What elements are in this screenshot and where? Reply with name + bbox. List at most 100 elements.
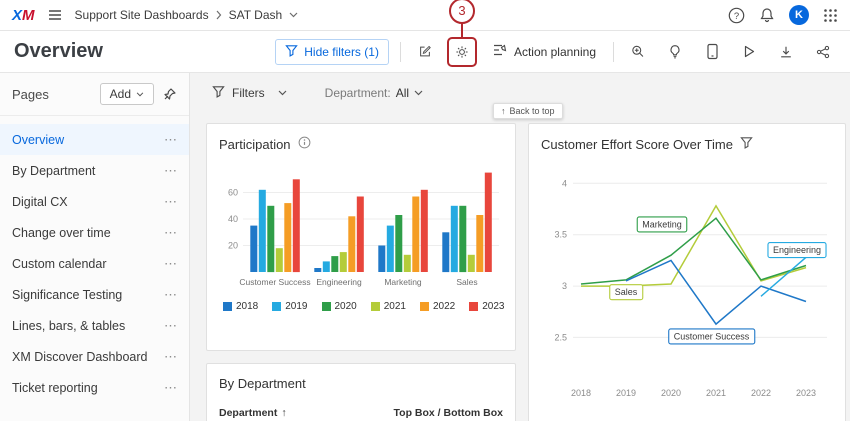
legend-item-2020[interactable]: 2020 [322,301,357,312]
item-options-icon[interactable]: ⋯ [164,287,177,303]
sidebar-item-digital-cx[interactable]: Digital CX⋯ [0,186,189,217]
item-options-icon[interactable]: ⋯ [164,163,177,179]
svg-text:4: 4 [562,178,567,188]
hamburger-menu-icon[interactable] [47,7,63,23]
svg-text:?: ? [734,11,739,22]
department-filter[interactable]: Department: All [319,85,429,101]
widget-filter-icon[interactable] [740,136,753,152]
topbar-actions: ? K [728,5,838,25]
filters-toggle-button[interactable]: Filters [206,84,293,102]
legend-label: 2023 [482,301,504,312]
item-options-icon[interactable]: ⋯ [164,194,177,210]
sidebar-item-significance-testing[interactable]: Significance Testing⋯ [0,279,189,310]
back-to-top-button[interactable]: ↑ Back to top [493,103,563,119]
sidebar-item-change-over-time[interactable]: Change over time ⋯ [0,217,189,248]
ces-chart: 2.533.54201820192020202120222023SalesMar… [541,158,833,410]
participation-chart: 204060Customer SuccessEngineeringMarketi… [219,160,503,290]
item-options-icon[interactable]: ⋯ [164,132,177,148]
svg-text:Sales: Sales [456,277,477,287]
chevron-down-icon[interactable] [289,12,298,18]
svg-text:20: 20 [228,241,238,251]
action-planning-button[interactable]: Action planning [486,41,602,62]
svg-text:2022: 2022 [751,388,771,398]
sidebar-item-label: Custom calendar [12,257,107,271]
filter-toggle-icon [285,44,298,60]
unpin-sidebar-icon[interactable] [162,87,177,102]
legend-item-2019[interactable]: 2019 [272,301,307,312]
item-options-icon[interactable]: ⋯ [164,256,177,272]
item-options-icon[interactable]: ⋯ [164,349,177,365]
svg-text:Engineering: Engineering [316,277,362,287]
sidebar-item-overview[interactable]: Overview ⋯ [0,124,189,155]
page-title: Overview [14,40,103,63]
sidebar-header: Pages Add [0,73,189,116]
pages-sidebar: Pages Add Overview⋯By Department⋯Digital… [0,73,190,421]
ces-over-time-widget: Customer Effort Score Over Time 2.533.54… [528,123,846,421]
share-icon[interactable] [810,39,836,65]
sidebar-pages-list: Overview⋯By Department⋯Digital CX⋯Change… [0,116,189,403]
play-presentation-icon[interactable] [736,39,762,65]
sidebar-item-label: XM Discover Dashboard [12,350,147,364]
download-export-icon[interactable] [773,39,799,65]
notifications-bell-icon[interactable] [759,7,775,23]
breadcrumb: Support Site Dashboards SAT Dash [75,8,299,22]
sidebar-item-custom-calendar[interactable]: Custom calendar ⋯ [0,248,189,279]
sort-ascending-icon: ↑ [281,407,286,419]
legend-item-2022[interactable]: 2022 [420,301,455,312]
svg-text:Marketing: Marketing [384,277,422,287]
user-avatar[interactable]: K [789,5,809,25]
edit-page-icon[interactable] [412,39,438,65]
legend-item-2021[interactable]: 2021 [371,301,406,312]
svg-text:Engineering: Engineering [773,245,821,255]
page-header: Overview Hide filters (1) 3 Action plann… [0,31,850,73]
svg-text:2021: 2021 [706,388,726,398]
legend-label: 2022 [433,301,455,312]
svg-text:Marketing: Marketing [642,219,682,229]
sidebar-title: Pages [12,87,49,102]
sidebar-item-label: Overview [12,133,64,147]
mobile-preview-icon[interactable] [699,39,725,65]
breadcrumb-current[interactable]: SAT Dash [229,8,283,22]
svg-text:Customer Success: Customer Success [674,331,750,341]
ces-title: Customer Effort Score Over Time [541,137,733,152]
breadcrumb-separator-icon [216,10,222,20]
sidebar-item-lines-bars-tables[interactable]: Lines, bars, & tables ⋯ [0,310,189,341]
item-options-icon[interactable]: ⋯ [164,318,177,334]
xm-logo[interactable]: XM [12,7,35,24]
legend-swatch [371,302,380,311]
legend-swatch [223,302,232,311]
item-options-icon[interactable]: ⋯ [164,380,177,396]
breadcrumb-root[interactable]: Support Site Dashboards [75,8,209,22]
zoom-in-icon[interactable] [625,39,651,65]
by-department-widget: By Department Department ↑ Top Box / Bot… [206,363,516,421]
dashboard-toolbar: Hide filters (1) 3 Action planning [275,39,836,65]
svg-text:2019: 2019 [616,388,636,398]
svg-text:2020: 2020 [661,388,681,398]
legend-item-2018[interactable]: 2018 [223,301,258,312]
lightbulb-icon[interactable] [662,39,688,65]
dashboard-content: Filters Department: All ↑ Back to top Pa… [190,73,850,421]
sidebar-item-xm-discover-dashboard[interactable]: XM Discover Dashboard ⋯ [0,341,189,372]
sidebar-item-label: Lines, bars, & tables [12,319,125,333]
sidebar-item-ticket-reporting[interactable]: Ticket reporting⋯ [0,372,189,403]
participation-title: Participation [219,137,291,152]
column-header-department[interactable]: Department ↑ [219,407,287,419]
add-page-button[interactable]: Add [100,83,154,105]
legend-label: 2018 [236,301,258,312]
svg-text:3: 3 [562,281,567,291]
help-icon[interactable]: ? [728,7,745,24]
settings-gear-icon[interactable]: 3 [449,39,475,65]
sidebar-item-by-department[interactable]: By Department ⋯ [0,155,189,186]
svg-text:60: 60 [228,188,238,198]
sidebar-item-label: Change over time [12,226,111,240]
column-header-topbox[interactable]: Top Box / Bottom Box (CSAT) [381,407,503,421]
svg-text:Sales: Sales [615,287,638,297]
info-icon[interactable] [298,136,311,152]
svg-text:2023: 2023 [796,388,816,398]
legend-item-2023[interactable]: 2023 [469,301,504,312]
app-grid-icon[interactable] [823,8,838,23]
sidebar-item-label: By Department [12,164,95,178]
toolbar-divider [613,42,614,62]
hide-filters-button[interactable]: Hide filters (1) [275,39,389,65]
item-options-icon[interactable]: ⋯ [164,225,177,241]
